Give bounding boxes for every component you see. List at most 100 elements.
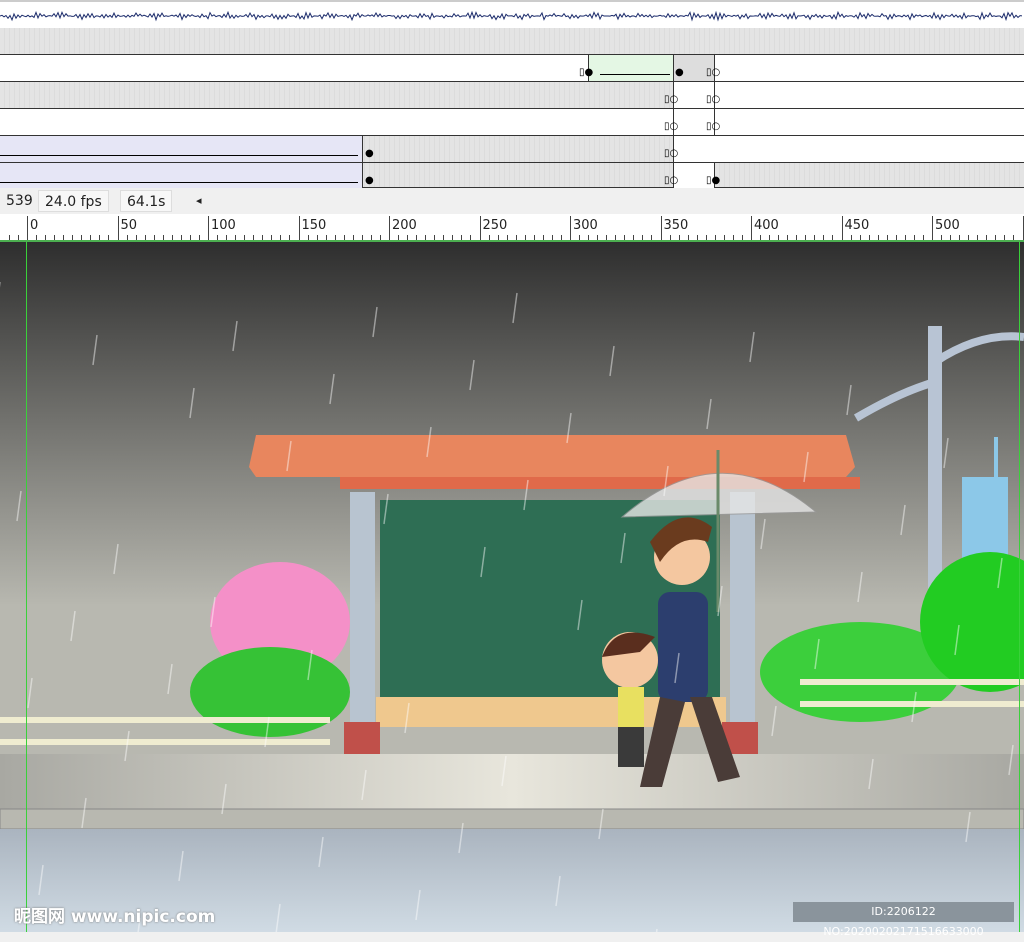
ruler-tick <box>36 235 37 240</box>
ruler-tick <box>968 235 969 240</box>
ruler-tick <box>688 235 689 240</box>
ruler-tick <box>145 235 146 240</box>
ruler-tick <box>335 235 336 240</box>
ruler-tick <box>99 235 100 240</box>
ruler-tick <box>154 235 155 240</box>
layer-row-1[interactable] <box>0 28 1024 55</box>
ruler-tick <box>769 235 770 240</box>
ruler-tick <box>118 216 119 240</box>
ruler-tick <box>425 235 426 240</box>
ruler-tick <box>398 235 399 240</box>
ruler-tick <box>253 235 254 240</box>
keyframe-icon[interactable]: ● <box>675 68 684 78</box>
ruler-tick <box>507 235 508 240</box>
scroll-left-button[interactable]: ◂ <box>190 190 208 212</box>
watermark-id: ID:2206122 NO:20200202171516633000 <box>793 902 1014 922</box>
ruler-tick <box>597 235 598 240</box>
ruler-label: 0 <box>30 218 38 233</box>
frame-rate[interactable]: 24.0 fps <box>38 190 109 212</box>
ruler-tick <box>959 235 960 240</box>
ruler-tick <box>63 235 64 240</box>
ruler-tick <box>90 235 91 240</box>
ruler-tick <box>805 235 806 240</box>
ruler-tick <box>715 235 716 240</box>
ruler-tick <box>552 235 553 240</box>
ruler-tick <box>697 235 698 240</box>
watermark-logo: 昵图网 www.nipic.com <box>14 902 215 927</box>
ruler-tick <box>842 216 843 240</box>
ruler-label: 350 <box>664 218 689 233</box>
ruler-tick <box>733 235 734 240</box>
ruler-tick <box>163 235 164 240</box>
ruler-tick <box>489 235 490 240</box>
layer-row-5[interactable]: ● ▯○ <box>0 136 1024 163</box>
keyframe-icon[interactable]: ▯○ <box>706 68 720 78</box>
elapsed-time: 64.1s <box>120 190 172 212</box>
ruler-tick <box>199 235 200 240</box>
ruler-tick <box>72 235 73 240</box>
ruler-tick <box>778 235 779 240</box>
ruler-tick <box>977 235 978 240</box>
ruler-tick <box>724 235 725 240</box>
timeline-status-bar: 539 24.0 fps 64.1s ◂ <box>0 188 1024 214</box>
ruler-tick <box>217 235 218 240</box>
ruler-tick <box>470 235 471 240</box>
ruler-tick <box>624 235 625 240</box>
ruler-label: 500 <box>935 218 960 233</box>
ruler-tick <box>443 235 444 240</box>
ruler-tick <box>579 235 580 240</box>
ruler-label: 300 <box>573 218 598 233</box>
ruler-tick <box>480 216 481 240</box>
ruler-tick <box>995 235 996 240</box>
keyframe-icon[interactable]: ▯● <box>579 68 593 78</box>
ruler-tick <box>190 235 191 240</box>
ruler-tick <box>271 235 272 240</box>
ruler-tick <box>108 235 109 240</box>
ruler-tick <box>941 235 942 240</box>
ruler-tick <box>326 235 327 240</box>
ruler-tick <box>461 235 462 240</box>
layer-row-6[interactable]: ● ▯○ ▯● <box>0 163 1024 188</box>
ruler-tick <box>9 235 10 240</box>
ruler-tick <box>407 235 408 240</box>
stage-ruler: 0 50 100 150 200 250 300 350 400 450 500 <box>0 214 1024 242</box>
stage-canvas[interactable] <box>0 242 1024 932</box>
ruler-tick <box>317 235 318 240</box>
stage-guide-left[interactable] <box>26 242 27 932</box>
ruler-tick <box>651 235 652 240</box>
ruler-tick <box>950 235 951 240</box>
layer-row-4[interactable]: ▯○ ▯○ <box>0 109 1024 136</box>
ruler-tick <box>416 235 417 240</box>
ruler-tick <box>914 235 915 240</box>
ruler-label: 150 <box>302 218 327 233</box>
ruler-tick <box>751 216 752 240</box>
ruler-tick <box>181 235 182 240</box>
ruler-tick <box>362 235 363 240</box>
ruler-tick <box>878 235 879 240</box>
ruler-tick <box>832 235 833 240</box>
audio-waveform-layer <box>0 0 1024 28</box>
ruler-tick <box>633 235 634 240</box>
ruler-tick <box>389 216 390 240</box>
ruler-tick <box>887 235 888 240</box>
ruler-tick <box>127 235 128 240</box>
ruler-tick <box>1004 235 1005 240</box>
ruler-tick <box>679 235 680 240</box>
layer-row-2[interactable]: ▯● ● ▯○ <box>0 55 1024 82</box>
ruler-tick <box>226 235 227 240</box>
ruler-tick <box>262 235 263 240</box>
ruler-tick <box>1013 235 1014 240</box>
ruler-tick <box>588 235 589 240</box>
ruler-tick <box>344 235 345 240</box>
ruler-tick <box>670 235 671 240</box>
ruler-tick <box>932 216 933 240</box>
ruler-label: 250 <box>483 218 508 233</box>
ruler-tick <box>923 235 924 240</box>
layer-row-3[interactable]: ▯○ ▯○ <box>0 82 1024 109</box>
ruler-tick <box>172 235 173 240</box>
timeline-panel[interactable]: ▯● ● ▯○ ▯○ ▯○ ▯○ ▯○ ● ▯○ ● ▯○ ▯● 539 24.0 fps… <box>0 0 1024 240</box>
ruler-tick <box>54 235 55 240</box>
stage-guide-right[interactable] <box>1019 242 1020 932</box>
ruler-label: 200 <box>392 218 417 233</box>
ruler-tick <box>280 235 281 240</box>
